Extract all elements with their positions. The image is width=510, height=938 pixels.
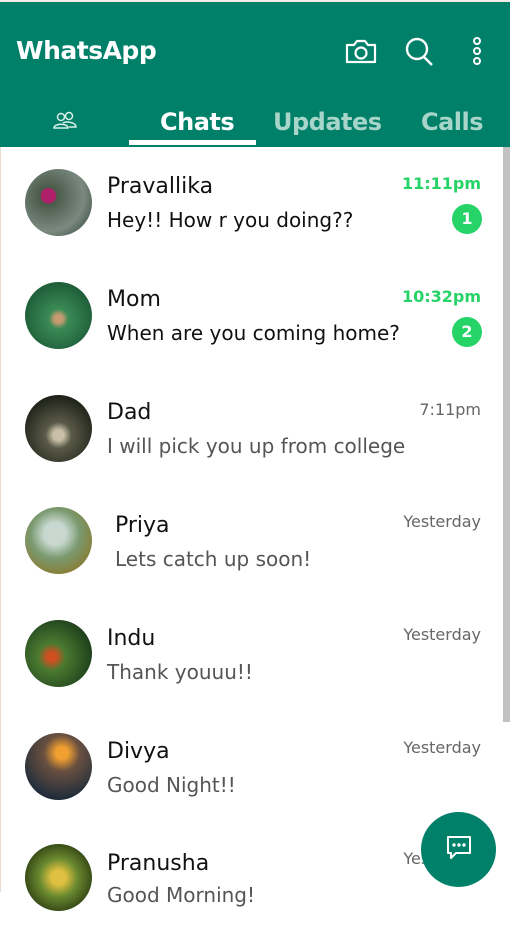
tab-calls[interactable]: Calls: [421, 108, 484, 136]
chat-time: Yesterday: [403, 625, 481, 644]
chat-message: Good Morning!: [107, 883, 256, 907]
chat-name: Pravallika: [107, 174, 214, 199]
avatar: [25, 395, 92, 462]
chat-message: Good Night!!: [107, 773, 236, 797]
chat-row[interactable]: Pravallika Hey!! How r you doing?? 11:11…: [1, 147, 503, 260]
avatar: [25, 844, 92, 911]
chat-message: Thank youuu!!: [107, 660, 253, 684]
chat-time: Yesterday: [403, 512, 481, 531]
chat-time: Yesterday: [403, 738, 481, 757]
chat-name: Priya: [115, 513, 170, 538]
avatar: [25, 169, 92, 236]
avatar: [25, 733, 92, 800]
chat-name: Indu: [107, 626, 156, 651]
more-vert-icon[interactable]: [470, 36, 484, 72]
chat-name: Pranusha: [107, 851, 210, 876]
chat-time: 7:11pm: [419, 400, 481, 419]
avatar: [25, 282, 92, 349]
community-icon[interactable]: [53, 111, 77, 135]
chat-message: Hey!! How r you doing??: [107, 208, 354, 232]
message-icon: [445, 834, 473, 866]
tab-updates[interactable]: Updates: [273, 108, 382, 136]
chat-row[interactable]: Indu Thank youuu!! Yesterday: [1, 599, 503, 712]
chat-row[interactable]: Dad I will pick you up from college 7:11…: [1, 373, 503, 486]
chat-list: Pravallika Hey!! How r you doing?? 11:11…: [0, 147, 503, 911]
active-tab-indicator: [129, 140, 256, 145]
chat-name: Mom: [107, 287, 161, 312]
avatar: [25, 620, 92, 687]
unread-badge: 2: [452, 317, 482, 347]
chat-row[interactable]: Mom When are you coming home? 10:32pm 2: [1, 260, 503, 373]
chat-message: When are you coming home?: [107, 321, 400, 345]
chat-row[interactable]: Divya Good Night!! Yesterday: [1, 712, 503, 825]
unread-badge: 1: [452, 204, 482, 234]
chat-name: Divya: [107, 739, 170, 764]
chat-row[interactable]: Priya Lets catch up soon! Yesterday: [1, 486, 503, 599]
chat-name: Dad: [107, 400, 152, 425]
scrollbar[interactable]: [503, 147, 510, 722]
tab-chats[interactable]: Chats: [160, 108, 235, 136]
new-chat-button[interactable]: [421, 812, 496, 887]
camera-icon[interactable]: [344, 36, 378, 70]
chat-time: 11:11pm: [401, 174, 481, 193]
chat-message: Lets catch up soon!: [115, 547, 312, 571]
app-title: WhatsApp: [16, 36, 157, 65]
chat-time: 10:32pm: [401, 287, 481, 306]
avatar: [25, 507, 92, 574]
app-header: WhatsApp Chats Updates Calls: [0, 2, 510, 147]
search-icon[interactable]: [403, 36, 437, 72]
chat-message: I will pick you up from college: [107, 434, 406, 458]
